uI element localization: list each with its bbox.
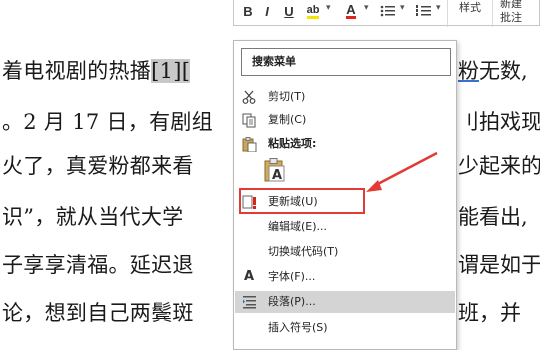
menu-item-label: 插入符号(S) — [268, 321, 328, 334]
numbered-list-icon — [416, 5, 431, 16]
menu-item-insert-symbol[interactable]: 插入符号(S) — [235, 317, 455, 339]
svg-text:A: A — [272, 168, 282, 182]
chevron-down-icon[interactable]: ▾ — [436, 3, 441, 13]
doc-line: 火了，真爱粉都来看 — [2, 154, 194, 178]
font-color-button[interactable]: A — [342, 1, 360, 21]
toolbar-divider — [492, 0, 493, 27]
doc-line-right: 粉无数, — [458, 59, 528, 83]
menu-item-label: 字体(F)... — [268, 270, 316, 283]
menu-item-edit-field[interactable]: 编辑域(E)... — [235, 216, 455, 238]
menu-item-label: 粘贴选项: — [268, 137, 317, 150]
bullet-list-icon — [380, 5, 395, 17]
doc-line: 着电视剧的热播[1][ — [2, 59, 191, 83]
menu-item-copy[interactable]: 复制(C) — [235, 109, 455, 131]
paste-icon — [241, 136, 257, 152]
copy-icon — [241, 112, 257, 128]
menu-item-font[interactable]: A 字体(F)... — [235, 266, 455, 288]
doc-line-right: 班，并 — [458, 301, 521, 325]
menu-item-paste-options: 粘贴选项: — [235, 133, 455, 155]
font-color-icon: A — [346, 2, 356, 19]
doc-line-right: 能看出, — [458, 205, 528, 229]
scissors-icon — [241, 89, 257, 105]
search-menu-input[interactable]: 搜索菜单 — [241, 48, 451, 76]
doc-line: 论，想到自己两鬓斑 — [2, 301, 194, 325]
chevron-down-icon[interactable]: ▾ — [364, 3, 369, 13]
menu-item-label: 剪切(T) — [268, 90, 306, 103]
menu-item-cut[interactable]: 剪切(T) — [235, 86, 455, 108]
doc-line-right: 刂拍戏现 — [458, 110, 540, 134]
bullets-button[interactable] — [380, 1, 396, 21]
new-comment-button[interactable]: 新建 批注 — [500, 0, 540, 27]
doc-line: 。2 月 17 日，有剧组 — [2, 110, 214, 134]
menu-item-label: 编辑域(E)... — [268, 220, 328, 233]
font-icon: A — [243, 269, 255, 284]
italic-button[interactable]: I — [259, 1, 275, 21]
menu-item-toggle-field-codes[interactable]: 切换域代码(T) — [235, 241, 455, 263]
annotation-highlight-box — [239, 188, 365, 214]
chevron-down-icon[interactable]: ▾ — [326, 3, 331, 13]
numbering-button[interactable] — [416, 1, 432, 21]
doc-line-right: 少起来的 — [458, 154, 540, 178]
paste-keep-text-only-button[interactable]: A — [264, 158, 286, 183]
menu-item-label: 段落(P)... — [268, 295, 316, 308]
paragraph-icon — [241, 294, 257, 310]
styles-button[interactable]: 样式 — [459, 0, 481, 15]
highlighter-icon: ab — [306, 4, 320, 19]
bold-button[interactable]: B — [240, 1, 256, 21]
menu-item-paragraph[interactable]: 段落(P)... — [235, 291, 455, 313]
mini-toolbar: B I U ab ▾ A ▾ ▾ ▾ 样式 新建 批注 — [233, 0, 540, 27]
doc-line: 子享享清福。延迟退 — [2, 253, 194, 277]
selected-field-text: [1][ — [151, 59, 191, 83]
doc-line-right: 谓是如于 — [458, 253, 540, 277]
toolbar-divider — [447, 0, 448, 27]
menu-item-label: 切换域代码(T) — [268, 245, 339, 258]
underline-button[interactable]: U — [281, 1, 297, 21]
paste-text-only-icon: A — [264, 158, 285, 183]
chevron-down-icon[interactable]: ▾ — [400, 3, 405, 13]
highlight-button[interactable]: ab — [304, 1, 322, 21]
menu-item-label: 复制(C) — [268, 113, 307, 126]
doc-line: 识”，就从当代大学 — [2, 205, 184, 229]
